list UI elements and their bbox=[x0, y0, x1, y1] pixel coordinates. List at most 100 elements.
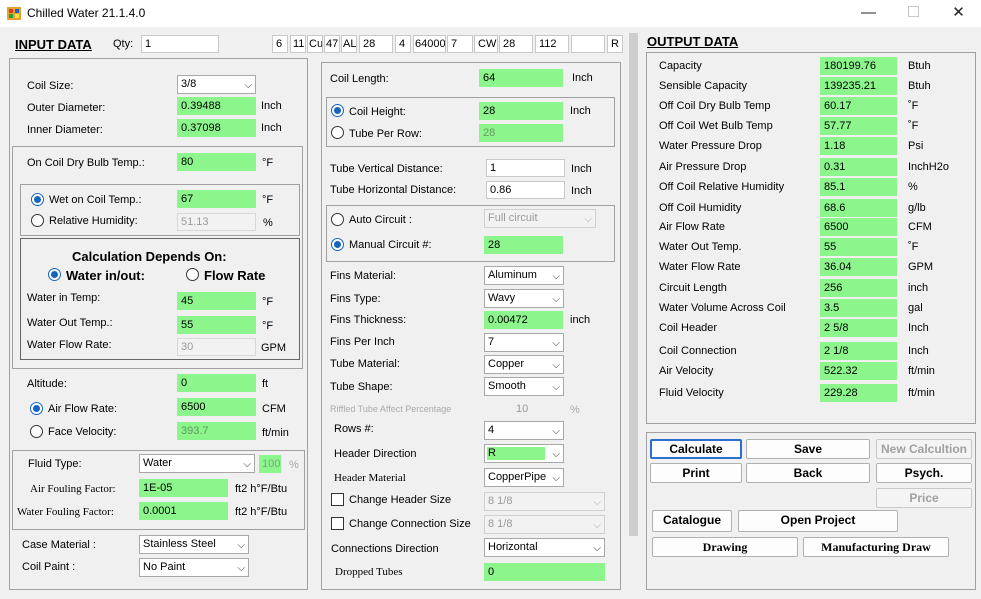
output-label: Air Flow Rate bbox=[659, 221, 726, 233]
code-field[interactable]: 112 bbox=[535, 35, 569, 53]
coil-length-input[interactable]: 64 bbox=[479, 69, 563, 87]
close-icon[interactable]: ✕ bbox=[936, 0, 981, 27]
code-field[interactable]: 28 bbox=[359, 35, 393, 53]
tube-per-row-radio[interactable] bbox=[331, 126, 344, 139]
manual-circuit-input[interactable]: 28 bbox=[484, 236, 563, 254]
output-value: 2 1/8 bbox=[820, 342, 897, 360]
output-data-title: OUTPUT DATA bbox=[647, 34, 739, 49]
face-velocity-input[interactable]: 393.7 bbox=[177, 422, 256, 440]
coil-length-unit: Inch bbox=[572, 72, 593, 84]
manual-circuit-radio[interactable] bbox=[331, 238, 344, 251]
header-direction-select[interactable]: R ⌵ bbox=[484, 444, 564, 463]
air-flow-input[interactable]: 6500 bbox=[177, 398, 256, 416]
relative-humidity-input[interactable]: 51.13 bbox=[177, 213, 256, 231]
inner-diameter-input[interactable]: 0.37098 bbox=[177, 119, 256, 137]
code-field[interactable]: 47 bbox=[324, 35, 340, 53]
case-material-select[interactable]: Stainless Steel ⌵ bbox=[139, 535, 249, 554]
tube-vertical-input[interactable]: 1 bbox=[486, 159, 565, 177]
chevron-down-icon: ⌵ bbox=[552, 382, 560, 393]
code-field[interactable]: 7 bbox=[447, 35, 473, 53]
code-field[interactable]: CW bbox=[474, 35, 498, 53]
code-field[interactable]: AL bbox=[341, 35, 357, 53]
dry-bulb-input[interactable]: 80 bbox=[177, 153, 256, 171]
output-value: 256 bbox=[820, 279, 897, 297]
fins-type-select[interactable]: Wavy ⌵ bbox=[484, 289, 564, 308]
print-button[interactable]: Print bbox=[650, 463, 742, 483]
code-field[interactable]: 4 bbox=[395, 35, 411, 53]
fluid-percent-input[interactable]: 100 bbox=[259, 455, 281, 473]
water-out-input[interactable]: 55 bbox=[177, 316, 256, 334]
code-field[interactable]: 28 bbox=[499, 35, 533, 53]
coil-size-select[interactable]: 3/8 ⌵ bbox=[177, 75, 256, 94]
water-fouling-input[interactable]: 0.0001 bbox=[139, 502, 228, 520]
tube-shape-select[interactable]: Smooth ⌵ bbox=[484, 377, 564, 396]
fins-thickness-input[interactable]: 0.00472 bbox=[484, 311, 563, 329]
outer-diameter-unit: Inch bbox=[261, 100, 282, 112]
title-bar bbox=[0, 0, 981, 27]
change-header-select[interactable]: 8 1/8 ⌵ bbox=[484, 492, 605, 511]
water-fouling-label: Water Fouling Factor: bbox=[17, 506, 114, 518]
water-in-out-radio[interactable] bbox=[48, 268, 61, 281]
fluid-type-select[interactable]: Water ⌵ bbox=[139, 454, 255, 473]
fins-material-select[interactable]: Aluminum ⌵ bbox=[484, 266, 564, 285]
chevron-down-icon: ⌵ bbox=[552, 271, 560, 282]
price-button[interactable]: Price bbox=[876, 488, 972, 508]
rifled-label: Riffled Tube Affect Percentage bbox=[330, 404, 452, 414]
change-connection-select[interactable]: 8 1/8 ⌵ bbox=[484, 515, 605, 534]
fins-per-inch-select[interactable]: 7 ⌵ bbox=[484, 333, 564, 352]
output-unit: inch bbox=[908, 282, 929, 294]
auto-circuit-value: Full circuit bbox=[488, 212, 538, 224]
qty-input[interactable]: 1 bbox=[141, 35, 219, 53]
code-field[interactable]: R bbox=[607, 35, 623, 53]
output-unit: Psi bbox=[908, 140, 924, 152]
code-field[interactable]: 11 bbox=[290, 35, 306, 53]
outer-diameter-label: Outer Diameter: bbox=[27, 102, 106, 114]
code-field[interactable] bbox=[571, 35, 605, 53]
output-unit: Btuh bbox=[908, 80, 931, 92]
output-label: Off Coil Dry Bulb Temp bbox=[659, 100, 771, 112]
dropped-tubes-input[interactable]: 0 bbox=[484, 563, 605, 581]
calculate-button[interactable]: Calculate bbox=[650, 439, 742, 459]
tube-per-row-input[interactable]: 28 bbox=[479, 124, 563, 142]
output-label: Off Coil Wet Bulb Temp bbox=[659, 120, 773, 132]
header-direction-value: R bbox=[488, 447, 496, 459]
auto-circuit-radio[interactable] bbox=[331, 213, 344, 226]
catalogue-button[interactable]: Catalogue bbox=[652, 510, 732, 532]
rows-select[interactable]: 4 ⌵ bbox=[484, 421, 564, 440]
code-field[interactable]: 6 bbox=[272, 35, 288, 53]
change-connection-checkbox[interactable] bbox=[331, 517, 344, 530]
coil-paint-select[interactable]: No Paint ⌵ bbox=[139, 558, 249, 577]
new-calculation-button[interactable]: New Calcultion bbox=[876, 439, 972, 459]
maximize-icon[interactable]: ☐ bbox=[891, 0, 936, 27]
air-fouling-input[interactable]: 1E-05 bbox=[139, 479, 228, 497]
code-field[interactable]: 64000 bbox=[413, 35, 446, 53]
altitude-input[interactable]: 0 bbox=[177, 374, 256, 392]
scrollbar-thumb[interactable] bbox=[629, 33, 638, 536]
outer-diameter-input[interactable]: 0.39488 bbox=[177, 97, 256, 115]
face-velocity-radio[interactable] bbox=[30, 425, 43, 438]
flow-rate-radio[interactable] bbox=[186, 268, 199, 281]
back-button[interactable]: Back bbox=[746, 463, 870, 483]
coil-height-radio[interactable] bbox=[331, 104, 344, 117]
save-button[interactable]: Save bbox=[746, 439, 870, 459]
air-flow-radio[interactable] bbox=[30, 402, 43, 415]
drawing-button[interactable]: Drawing bbox=[652, 537, 798, 557]
tube-material-select[interactable]: Copper ⌵ bbox=[484, 355, 564, 374]
header-material-select[interactable]: CopperPipe ⌵ bbox=[484, 468, 564, 487]
code-field[interactable]: Cu bbox=[307, 35, 323, 53]
water-in-input[interactable]: 45 bbox=[177, 292, 256, 310]
connections-direction-select[interactable]: Horizontal ⌵ bbox=[484, 538, 605, 557]
rifled-input[interactable]: 10 bbox=[512, 400, 562, 418]
wet-coil-radio[interactable] bbox=[31, 193, 44, 206]
psych-button[interactable]: Psych. bbox=[876, 463, 972, 483]
coil-height-input[interactable]: 28 bbox=[479, 102, 563, 120]
wet-coil-input[interactable]: 67 bbox=[177, 190, 256, 208]
auto-circuit-select[interactable]: Full circuit ⌵ bbox=[484, 209, 596, 228]
manufacturing-draw-button[interactable]: Manufacturing Draw bbox=[803, 537, 949, 557]
minimize-icon[interactable]: — bbox=[846, 0, 891, 27]
relative-humidity-radio[interactable] bbox=[31, 214, 44, 227]
tube-horizontal-input[interactable]: 0.86 bbox=[486, 181, 565, 199]
change-header-checkbox[interactable] bbox=[331, 493, 344, 506]
water-flow-input[interactable]: 30 bbox=[177, 338, 256, 356]
open-project-button[interactable]: Open Project bbox=[738, 510, 898, 532]
